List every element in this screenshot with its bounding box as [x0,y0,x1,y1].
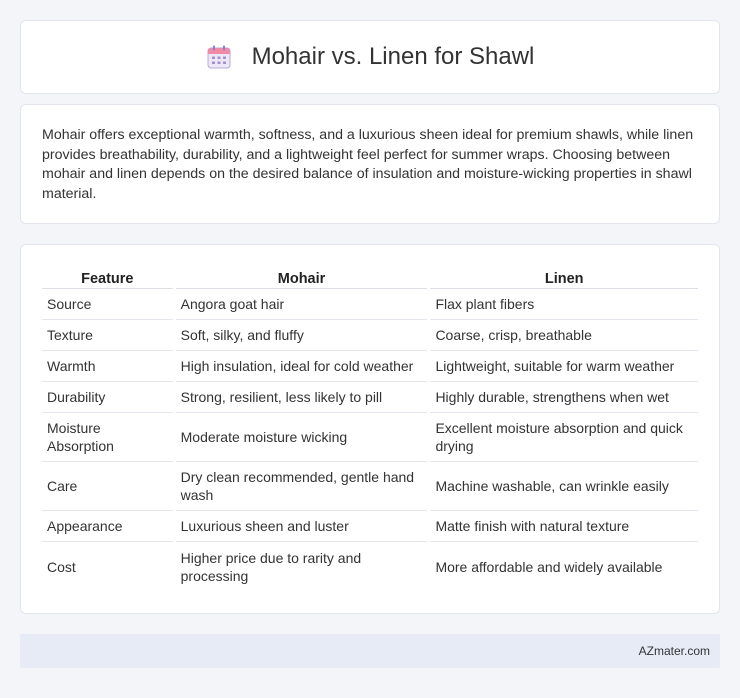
feature-cell: Appearance [42,511,173,542]
table-row: Moisture Absorption Moderate moisture wi… [42,413,698,462]
linen-cell: More affordable and widely available [435,558,663,575]
linen-cell: Lightweight, suitable for warm weather [430,351,698,382]
footer: AZmater.com [20,634,720,668]
footer-site-link[interactable]: AZmater.com [639,644,710,658]
feature-cell: Warmth [42,351,173,382]
title-card: Mohair vs. Linen for Shawl [20,20,720,94]
linen-cell: Matte finish with natural texture [430,511,698,542]
column-header-mohair: Mohair [175,265,428,289]
table-row: Appearance Luxurious sheen and luster Ma… [42,511,698,542]
linen-cell: Excellent moisture absorption and quick … [430,413,698,462]
feature-cell: Moisture Absorption [42,413,173,462]
page: Mohair vs. Linen for Shawl Mohair offers… [0,0,740,698]
mohair-cell: Angora goat hair [175,289,428,320]
comparison-table: Feature Mohair Linen Source Angora goat … [39,265,701,591]
feature-cell: Care [42,462,173,511]
description-text: Mohair offers exceptional warmth, softne… [42,127,694,202]
table-row: Durability Strong, resilient, less likel… [42,382,698,413]
mohair-cell: Higher price due to rarity and processin… [180,549,362,584]
mohair-cell: Moderate moisture wicking [175,413,428,462]
column-header-linen: Linen [430,265,698,289]
mohair-cell: High insulation, ideal for cold weather [175,351,428,382]
linen-cell: Flax plant fibers [430,289,698,320]
table-header-row: Feature Mohair Linen [42,265,698,289]
description-card: Mohair offers exceptional warmth, softne… [20,104,720,224]
feature-cell: Texture [42,320,173,351]
table-row: Texture Soft, silky, and fluffy Coarse, … [42,320,698,351]
feature-cell: Source [42,289,173,320]
linen-cell: Machine washable, can wrinkle easily [430,462,698,511]
comparison-card: Feature Mohair Linen Source Angora goat … [20,244,720,614]
feature-cell: Durability [42,382,173,413]
table-row: Warmth High insulation, ideal for cold w… [42,351,698,382]
table-row: Cost Higher price due to rarity and proc… [42,542,698,591]
linen-cell: Highly durable, strengthens when wet [430,382,698,413]
page-title: Mohair vs. Linen for Shawl [251,43,535,70]
calendar-icon [206,44,232,70]
mohair-cell: Soft, silky, and fluffy [175,320,428,351]
column-header-feature: Feature [42,265,173,289]
linen-cell: Coarse, crisp, breathable [430,320,698,351]
table-row: Care Dry clean recommended, gentle hand … [42,462,698,511]
feature-cell: Cost [47,558,76,575]
mohair-cell: Strong, resilient, less likely to pill [175,382,428,413]
table-row: Source Angora goat hair Flax plant fiber… [42,289,698,320]
mohair-cell: Luxurious sheen and luster [175,511,428,542]
mohair-cell: Dry clean recommended, gentle hand wash [175,462,428,511]
